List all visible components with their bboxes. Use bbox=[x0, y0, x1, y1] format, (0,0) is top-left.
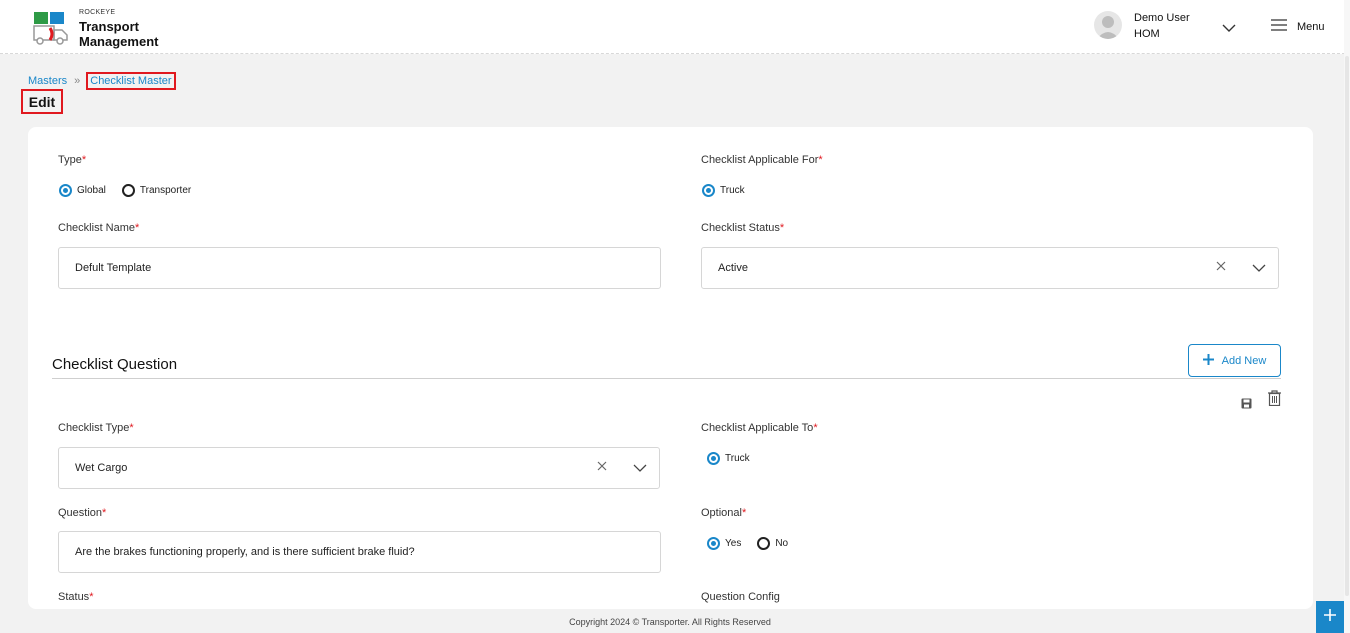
breadcrumb-checklist-master-link[interactable]: Checklist Master bbox=[86, 72, 176, 90]
floating-add-button[interactable] bbox=[1316, 601, 1344, 633]
type-radio-global[interactable]: Global bbox=[59, 184, 106, 197]
type-radio-transporter[interactable]: Transporter bbox=[121, 184, 191, 197]
save-icon[interactable] bbox=[1241, 396, 1252, 414]
user-name: Demo User bbox=[1134, 12, 1190, 24]
checklist-name-input[interactable]: Defult Template bbox=[58, 247, 661, 289]
chevron-down-icon[interactable] bbox=[633, 464, 647, 473]
top-header: ROCKEYE Transport Management Demo User H… bbox=[0, 0, 1350, 54]
scrollbar-thumb[interactable] bbox=[1345, 56, 1349, 596]
type-label: Type* bbox=[58, 154, 87, 166]
plus-icon bbox=[1202, 353, 1214, 368]
applicable-for-label: Checklist Applicable For* bbox=[701, 154, 823, 166]
applicable-to-radio-group: Truck bbox=[707, 452, 750, 465]
user-org: HOM bbox=[1134, 28, 1160, 40]
radio-selected-icon bbox=[707, 537, 720, 550]
section-divider bbox=[52, 378, 1281, 379]
avatar-icon[interactable] bbox=[1094, 11, 1122, 39]
question-label: Question* bbox=[58, 507, 107, 519]
brand: ROCKEYE Transport Management bbox=[79, 9, 158, 49]
logo-icon[interactable] bbox=[32, 10, 72, 46]
checklist-status-select[interactable]: Active bbox=[701, 247, 1279, 289]
applicable-for-radio-group: Truck bbox=[702, 184, 745, 197]
optional-radio-yes[interactable]: Yes bbox=[707, 537, 741, 550]
question-config-label: Question Config bbox=[701, 591, 780, 603]
trash-icon[interactable] bbox=[1268, 390, 1281, 411]
menu-button[interactable]: Menu bbox=[1271, 19, 1325, 35]
edit-form-card: Type* Global Transporter Checklist Appli… bbox=[28, 127, 1313, 609]
checklist-name-label: Checklist Name* bbox=[58, 222, 140, 234]
radio-unselected-icon bbox=[757, 537, 771, 550]
optional-radio-group: Yes No bbox=[707, 537, 788, 550]
brand-line2: Management bbox=[79, 34, 159, 49]
chevron-down-icon[interactable] bbox=[1222, 20, 1236, 32]
checklist-type-label: Checklist Type* bbox=[58, 422, 134, 434]
brand-line1: Transport bbox=[79, 19, 139, 34]
optional-radio-no[interactable]: No bbox=[757, 537, 788, 550]
checklist-status-label: Checklist Status* bbox=[701, 222, 785, 234]
breadcrumb-separator-icon: » bbox=[74, 75, 81, 87]
applicable-to-label: Checklist Applicable To* bbox=[701, 422, 818, 434]
checklist-type-select[interactable]: Wet Cargo bbox=[58, 447, 660, 489]
status-label: Status* bbox=[58, 591, 94, 603]
question-input[interactable]: Are the brakes functioning properly, and… bbox=[58, 531, 661, 573]
breadcrumb-masters-link[interactable]: Masters bbox=[28, 75, 67, 87]
chevron-down-icon[interactable] bbox=[1252, 264, 1266, 273]
add-new-button[interactable]: Add New bbox=[1188, 344, 1281, 377]
brand-small: ROCKEYE bbox=[79, 9, 116, 16]
close-icon[interactable] bbox=[597, 461, 607, 471]
section-title-checklist-question: Checklist Question bbox=[52, 356, 178, 373]
type-radio-group: Global Transporter bbox=[59, 184, 191, 197]
question-value: Are the brakes functioning properly, and… bbox=[75, 546, 415, 558]
checklist-type-value: Wet Cargo bbox=[75, 462, 128, 474]
footer-copyright: Copyright 2024 © Transporter. All Rights… bbox=[569, 617, 771, 627]
plus-icon bbox=[1324, 608, 1336, 626]
applicable-to-radio-truck[interactable]: Truck bbox=[707, 452, 750, 465]
radio-selected-icon bbox=[707, 452, 720, 465]
radio-selected-icon bbox=[702, 184, 715, 197]
close-icon[interactable] bbox=[1216, 261, 1226, 271]
checklist-status-value: Active bbox=[718, 262, 748, 274]
hamburger-icon bbox=[1271, 18, 1287, 36]
page-title: Edit bbox=[21, 89, 63, 114]
applicable-for-radio-truck[interactable]: Truck bbox=[702, 184, 745, 197]
menu-label: Menu bbox=[1297, 21, 1325, 33]
radio-selected-icon bbox=[59, 184, 72, 197]
optional-label: Optional* bbox=[701, 507, 747, 519]
radio-unselected-icon bbox=[121, 184, 135, 197]
checklist-name-value: Defult Template bbox=[75, 262, 152, 274]
add-new-label: Add New bbox=[1221, 354, 1267, 367]
breadcrumb: Masters » Checklist Master bbox=[28, 72, 176, 90]
